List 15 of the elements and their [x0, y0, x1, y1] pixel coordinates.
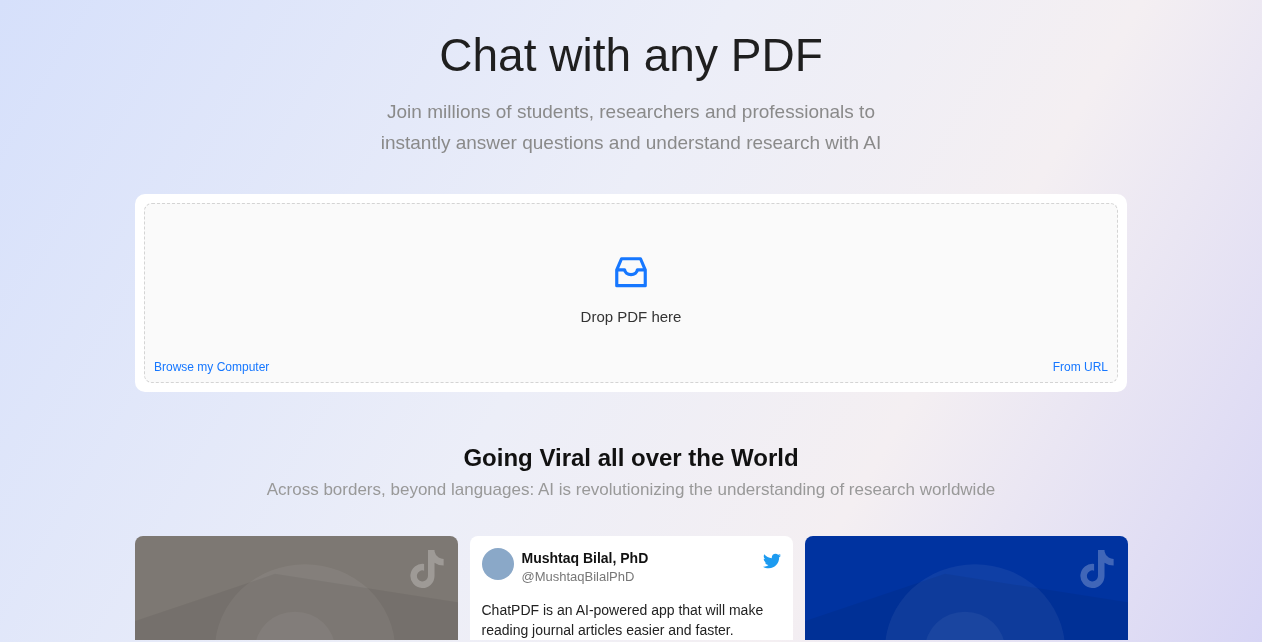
avatar [481, 548, 514, 580]
twitter-bird-icon [762, 552, 781, 570]
drop-prompt: Drop PDF here [580, 307, 682, 327]
section-subtitle: Across borders, beyond languages: AI is revolutionizing the understanding of research worldwide [266, 479, 996, 501]
page-title: Chat with any PDF [439, 28, 823, 82]
url-link[interactable]: From URL [1052, 358, 1108, 376]
page-subtitle: Join millions of students, researchers and professionals to instantly answer questions and understand research with AI [379, 100, 883, 155]
author-name: Mushtaq Bilal, PhD [521, 549, 650, 568]
browse-link[interactable]: Browse my Computer [154, 358, 270, 376]
tiktok-icon [409, 550, 444, 588]
drop-zone[interactable]: Drop PDF here Browse my Computer From URL [144, 203, 1118, 383]
section-title: Going Viral all over the World [463, 443, 799, 473]
tiktok-icon [1079, 550, 1114, 588]
tweet-text: ChatPDF is an AI-powered app that will make reading journal articles easier and faster. [481, 601, 765, 640]
author-handle: @MushtaqBilalPhD [521, 568, 636, 586]
